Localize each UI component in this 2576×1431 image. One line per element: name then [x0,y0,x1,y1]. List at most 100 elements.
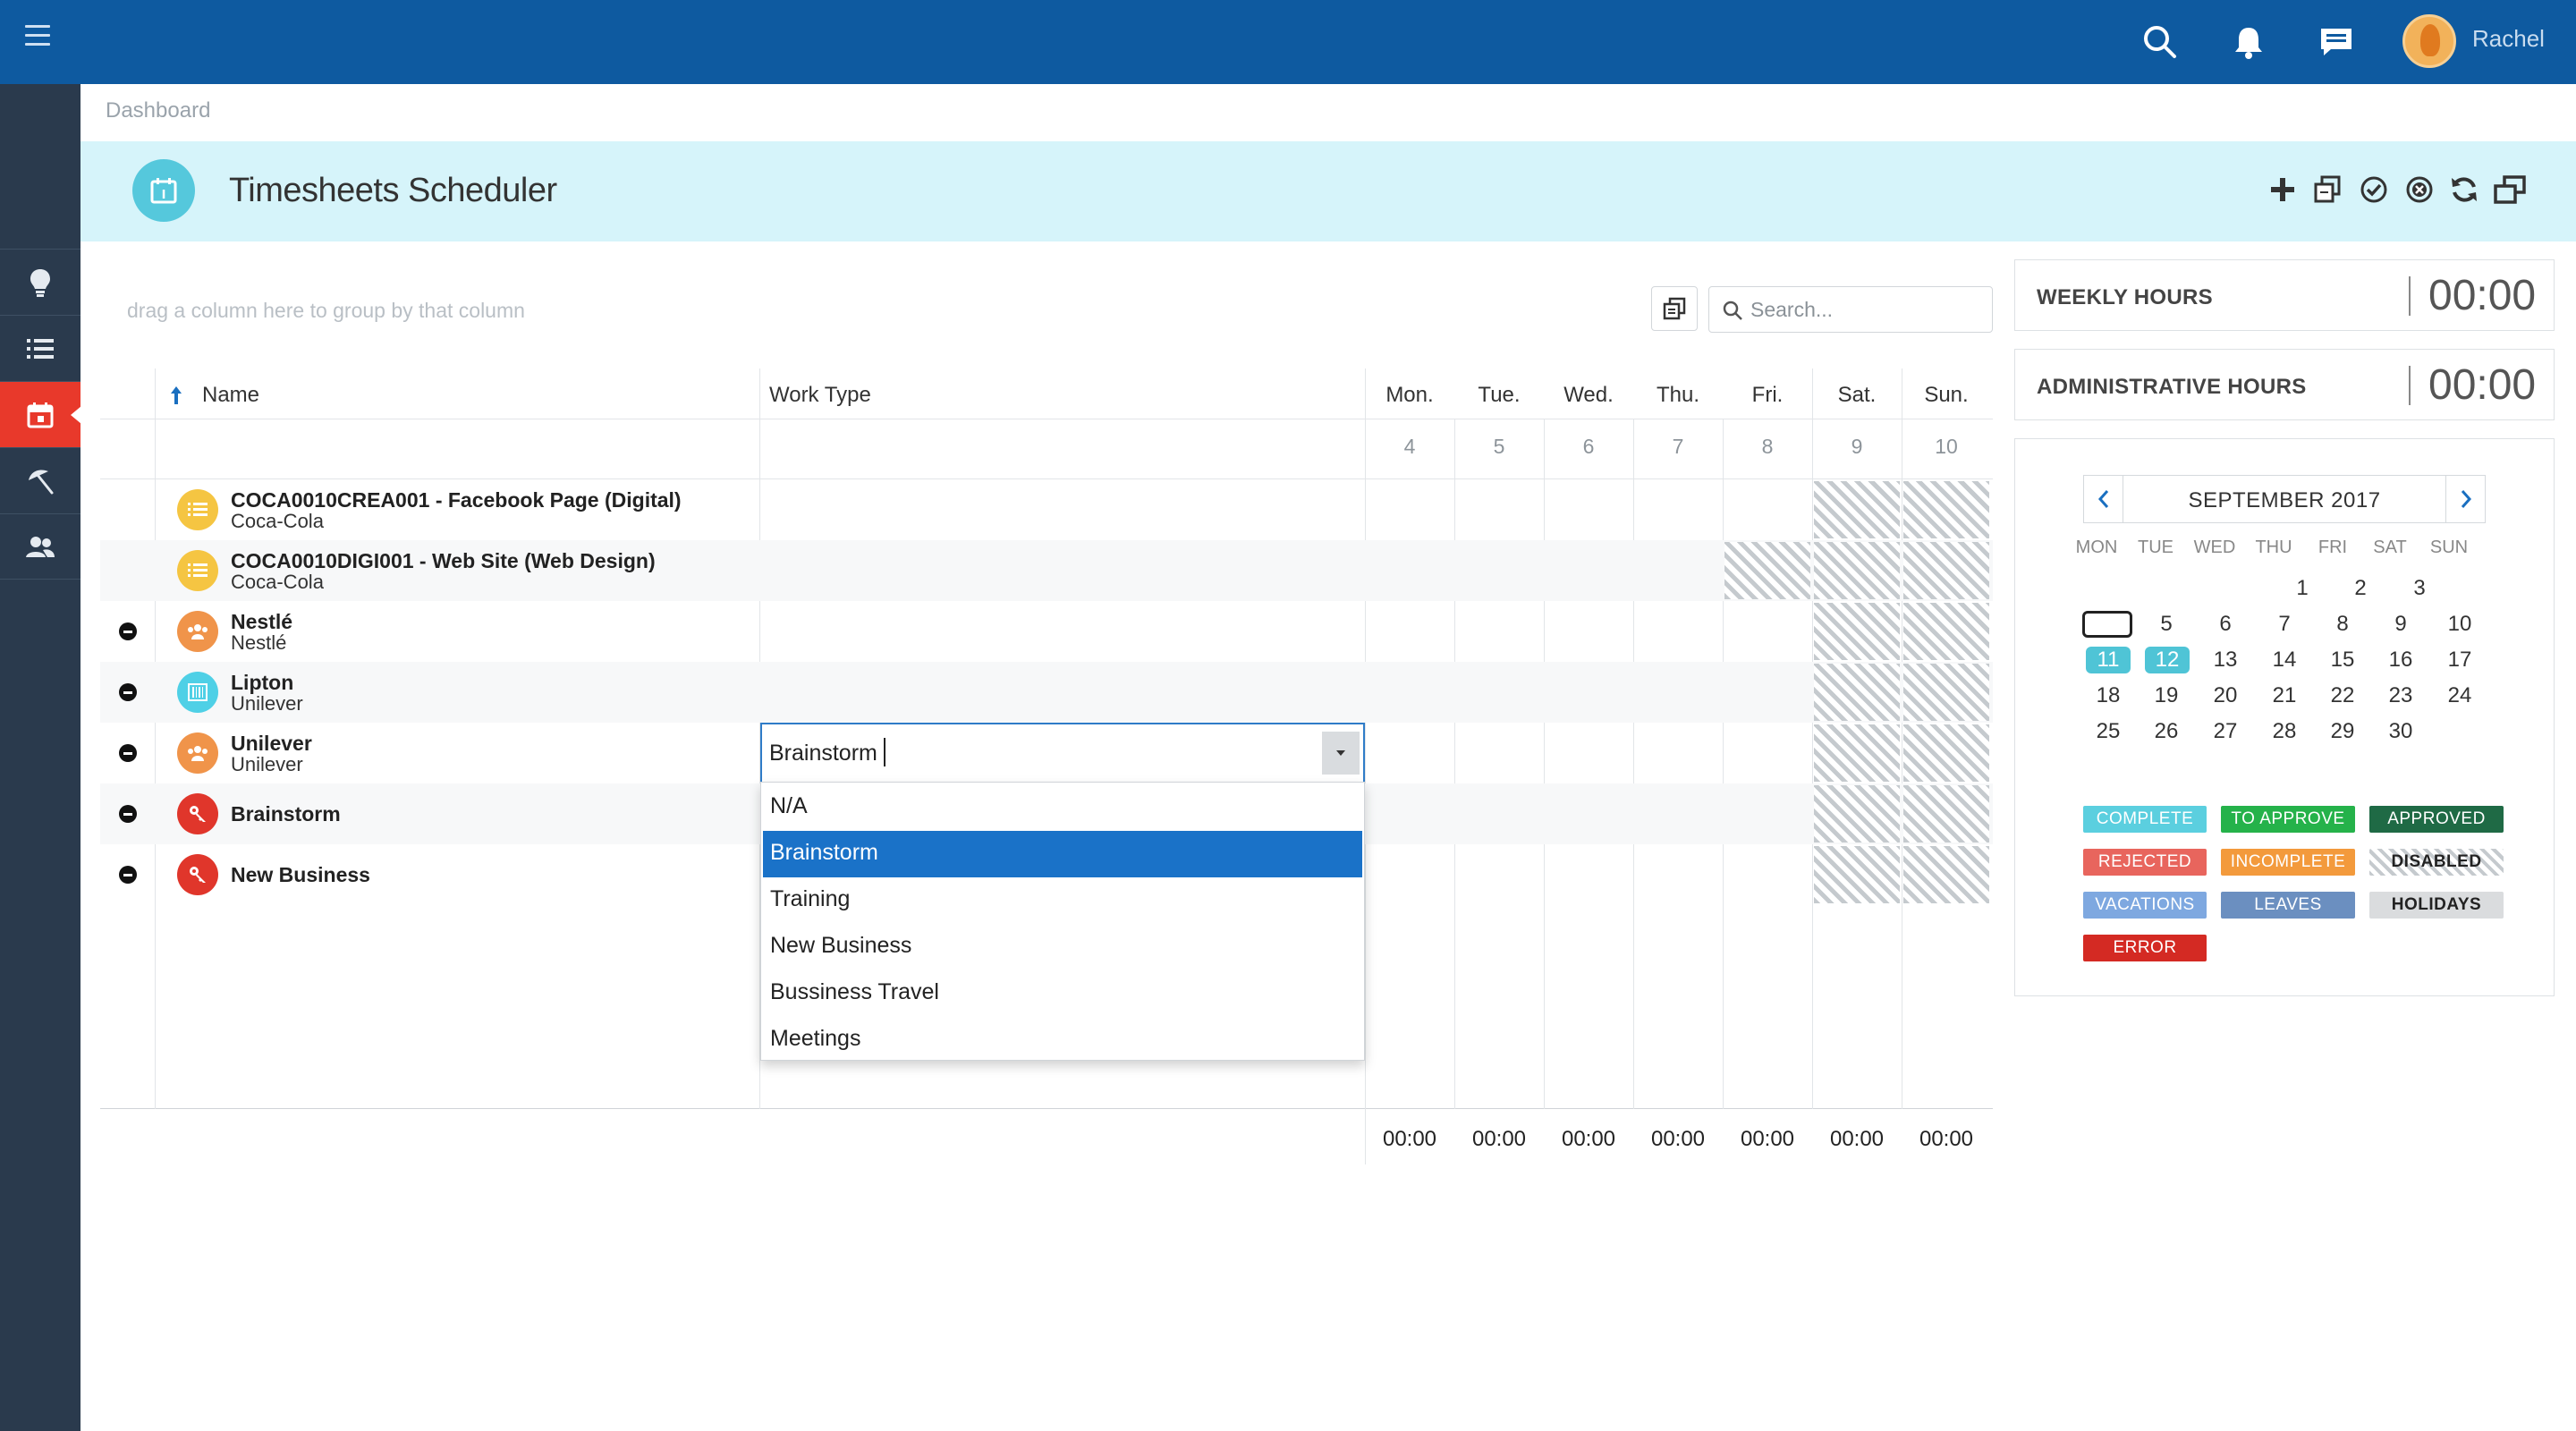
table-row[interactable]: Nestlé Nestlé [100,601,1993,662]
calendar-day[interactable]: 22 [2318,682,2368,709]
calendar-day[interactable]: 8 [2318,611,2368,638]
hamburger-menu-icon[interactable] [25,25,50,47]
prev-month-button[interactable] [2084,476,2123,522]
remove-row-icon[interactable] [119,683,137,701]
calendar-day[interactable]: 14 [2259,647,2309,673]
legend-holidays: HOLIDAYS [2369,892,2504,919]
disabled-cell [1814,481,1900,538]
calendar-day[interactable]: 28 [2259,718,2309,745]
work-type-dropdown-button[interactable] [1322,732,1360,775]
dropdown-option[interactable]: Meetings [763,1017,1362,1063]
calendar-day[interactable]: 16 [2376,647,2426,673]
dropdown-option[interactable]: Training [763,877,1362,924]
row-title: Lipton [231,671,294,694]
user-name[interactable]: Rachel [2472,25,2545,53]
table-row[interactable]: COCA0010CREA001 - Facebook Page (Digital… [100,479,1993,540]
search-input[interactable] [1750,296,1983,323]
work-type-value[interactable]: Brainstorm [769,741,877,766]
calendar-day[interactable]: 29 [2318,718,2368,745]
barcode-icon [177,672,218,713]
column-header-day[interactable]: Tue. [1454,383,1544,408]
breadcrumb[interactable]: Dashboard [106,98,210,123]
messages-icon[interactable] [2317,22,2356,62]
row-subtitle: Nestlé [231,631,287,654]
refresh-icon[interactable] [2445,170,2484,209]
footer-divider [100,1108,1993,1109]
calendar-day[interactable]: 20 [2200,682,2250,709]
calendar-day[interactable]: 5 [2141,611,2191,638]
copy-icon[interactable] [2308,170,2347,209]
sidebar-item-ideas[interactable] [0,249,80,315]
calendar-icon [27,402,54,428]
calendar-day[interactable]: 2 [2335,575,2385,602]
remove-row-icon[interactable] [119,622,137,640]
column-header-day[interactable]: Sun. [1902,383,1991,408]
calendar-day-selected[interactable]: 11 [2086,647,2131,673]
day-number: 6 [1582,435,1595,458]
calendar-day[interactable]: 30 [2376,718,2426,745]
sidebar-item-list[interactable] [0,315,80,381]
list-icon [27,338,54,359]
calendar-day[interactable]: 18 [2083,682,2133,709]
add-icon[interactable] [2263,170,2302,209]
calendar-day[interactable]: 7 [2259,611,2309,638]
grid-search[interactable] [1708,286,1993,333]
column-header-day[interactable]: Mon. [1365,383,1454,408]
calendar-day[interactable]: 15 [2318,647,2368,673]
dropdown-option[interactable]: N/A [763,784,1362,831]
row-subtitle: Coca-Cola [231,571,324,593]
remove-row-icon[interactable] [119,805,137,823]
window-restore-icon[interactable] [2490,170,2529,209]
legend-to-approve: TO APPROVE [2221,806,2355,833]
day-total: 00:00 [1650,1127,1706,1151]
dropdown-option[interactable]: New Business [763,924,1362,970]
calendar-day[interactable]: 25 [2083,718,2133,745]
calendar-day-selected[interactable]: 12 [2145,647,2190,673]
column-header-work-type[interactable]: Work Type [769,383,871,408]
sidebar-item-users[interactable] [0,513,80,580]
calendar-day[interactable]: 13 [2200,647,2250,673]
remove-row-icon[interactable] [119,744,137,762]
row-subtitle: Unilever [231,753,303,775]
table-row[interactable]: COCA0010DIGI001 - Web Site (Web Design) … [100,540,1993,601]
legend-vacations: VACATIONS [2083,892,2207,919]
group-by-hint[interactable]: drag a column here to group by that colu… [127,299,525,323]
column-header-day[interactable]: Fri. [1723,383,1812,408]
next-month-button[interactable] [2445,476,2485,522]
calendar-day[interactable]: 26 [2141,718,2191,745]
calendar-day-today[interactable] [2082,611,2132,638]
calendar-day[interactable]: 27 [2200,718,2250,745]
legend-approved: APPROVED [2369,806,2504,833]
calendar-day[interactable]: 6 [2200,611,2250,638]
dropdown-option[interactable]: Bussiness Travel [763,970,1362,1017]
dropdown-option-selected[interactable]: Brainstorm [763,831,1362,877]
search-icon[interactable] [2140,22,2180,62]
column-header-day[interactable]: Wed. [1544,383,1633,408]
column-header-day[interactable]: Thu. [1633,383,1723,408]
column-header-day[interactable]: Sat. [1812,383,1902,408]
sidebar-item-vacations[interactable] [0,447,80,513]
sort-ascending-icon[interactable] [168,385,184,406]
column-chooser-button[interactable] [1651,286,1698,331]
column-header-name[interactable]: Name [202,383,259,408]
approve-check-icon[interactable] [2354,170,2394,209]
calendar-day[interactable]: 21 [2259,682,2309,709]
reject-cross-icon[interactable] [2400,170,2439,209]
weekday-label: SUN [2429,538,2469,557]
calendar-day[interactable]: 1 [2277,575,2327,602]
calendar-title[interactable]: SEPTEMBER 2017 [2125,488,2444,513]
calendar-day[interactable]: 3 [2394,575,2445,602]
calendar-day[interactable]: 24 [2435,682,2485,709]
table-row[interactable]: Lipton Unilever [100,662,1993,723]
sidebar-item-timesheets[interactable] [0,381,81,447]
calendar-day[interactable]: 10 [2435,611,2485,638]
remove-row-icon[interactable] [119,866,137,884]
calendar-day[interactable]: 17 [2435,647,2485,673]
avatar[interactable] [2402,14,2456,68]
calendar-day[interactable]: 23 [2376,682,2426,709]
legend-disabled: DISABLED [2369,849,2504,876]
calendar-day[interactable]: 9 [2376,611,2426,638]
calendar-day[interactable]: 19 [2141,682,2191,709]
bell-icon[interactable] [2229,22,2268,62]
work-type-combobox[interactable]: Brainstorm [760,723,1365,783]
